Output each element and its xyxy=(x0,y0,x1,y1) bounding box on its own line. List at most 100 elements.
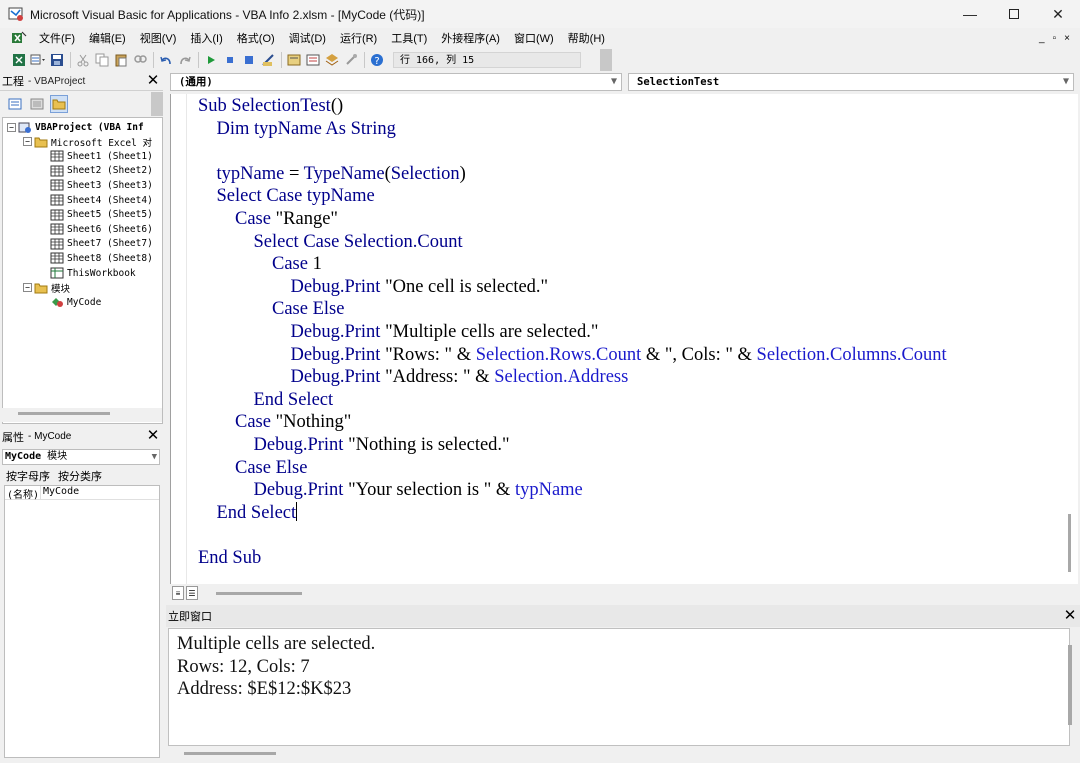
mdi-minimize-icon[interactable]: _ xyxy=(1039,33,1045,44)
tree-item[interactable]: Sheet6 (Sheet6) xyxy=(39,222,153,236)
code-line[interactable]: Case Else xyxy=(198,457,947,480)
copy-icon[interactable] xyxy=(93,51,111,69)
menu-item-4[interactable]: 格式(O) xyxy=(230,30,282,46)
code-line[interactable]: Case 1 xyxy=(198,253,947,276)
code-line[interactable]: Case "Nothing" xyxy=(198,411,947,434)
redo-icon[interactable] xyxy=(176,51,194,69)
menu-item-3[interactable]: 插入(I) xyxy=(183,30,229,46)
code-line[interactable]: Select Case Selection.Count xyxy=(198,231,947,254)
properties-window-icon[interactable] xyxy=(304,51,322,69)
project-explorer-icon[interactable] xyxy=(285,51,303,69)
tree-item[interactable]: Sheet2 (Sheet2) xyxy=(39,164,153,178)
code-line[interactable]: typName = TypeName(Selection) xyxy=(198,163,947,186)
collapse-icon[interactable]: − xyxy=(7,122,16,132)
save-icon[interactable] xyxy=(48,51,66,69)
tree-item[interactable]: − VBAProject (VBA Inf xyxy=(7,120,144,134)
properties-object-select[interactable]: MyCode 模块 ▼ xyxy=(2,449,160,465)
tree-item[interactable]: Sheet1 (Sheet1) xyxy=(39,149,153,163)
find-icon[interactable] xyxy=(131,51,149,69)
code-line[interactable] xyxy=(198,140,947,163)
full-module-view-icon[interactable]: ☰ xyxy=(186,586,198,600)
design-mode-icon[interactable] xyxy=(259,51,277,69)
menu-item-6[interactable]: 运行(R) xyxy=(333,30,384,46)
tab-alphabetic[interactable]: 按字母序 xyxy=(6,468,50,484)
paste-icon[interactable] xyxy=(112,51,130,69)
tree-item[interactable]: Sheet4 (Sheet4) xyxy=(39,193,153,207)
close-icon[interactable]: ✕ xyxy=(1036,0,1080,28)
collapse-icon[interactable]: − xyxy=(23,137,32,147)
tree-item[interactable]: − Microsoft Excel 对 xyxy=(23,135,152,149)
code-line[interactable]: Debug.Print "Multiple cells are selected… xyxy=(198,321,947,344)
code-editor[interactable]: Sub SelectionTest() Dim typName As Strin… xyxy=(170,94,1062,584)
tree-item[interactable]: Sheet3 (Sheet3) xyxy=(39,178,153,192)
immediate-horizontal-scrollbar[interactable] xyxy=(168,746,1070,760)
view-code-icon[interactable] xyxy=(6,95,24,113)
tree-item[interactable]: Sheet7 (Sheet7) xyxy=(39,237,153,251)
tree-item[interactable]: ThisWorkbook xyxy=(39,266,136,280)
toolbox-icon[interactable] xyxy=(342,51,360,69)
view-excel-icon[interactable] xyxy=(10,51,28,69)
collapse-icon[interactable]: − xyxy=(23,283,32,293)
undo-icon[interactable] xyxy=(157,51,175,69)
immediate-window[interactable]: Multiple cells are selected. Rows: 12, Co… xyxy=(168,628,1070,746)
mdi-restore-icon[interactable]: ▫ xyxy=(1053,33,1057,44)
tree-item[interactable]: MyCode xyxy=(39,295,101,309)
tree-item[interactable]: − 模块 xyxy=(23,281,70,295)
insert-module-icon[interactable] xyxy=(29,51,47,69)
code-vertical-scrollbar[interactable] xyxy=(1062,94,1078,584)
code-line[interactable]: Debug.Print "Rows: " & Selection.Rows.Co… xyxy=(198,344,947,367)
code-line[interactable]: Case Else xyxy=(198,298,947,321)
project-tree-scrollbar[interactable] xyxy=(2,408,162,422)
procedure-view-icon[interactable]: ≡ xyxy=(172,586,184,600)
code-line[interactable]: Debug.Print "Address: " & Selection.Addr… xyxy=(198,366,947,389)
project-close-icon[interactable]: ✕ xyxy=(145,73,161,89)
menu-item-8[interactable]: 外接程序(A) xyxy=(434,30,507,46)
object-dropdown[interactable]: (通用) ▼ xyxy=(170,73,622,91)
tree-item[interactable]: Sheet5 (Sheet5) xyxy=(39,208,153,222)
code-margin[interactable] xyxy=(171,94,187,584)
code-line[interactable]: Sub SelectionTest() xyxy=(198,95,947,118)
excel-view-icon[interactable] xyxy=(10,29,28,47)
code-line[interactable]: Select Case typName xyxy=(198,185,947,208)
properties-close-icon[interactable]: ✕ xyxy=(145,428,161,444)
code-line[interactable]: Debug.Print "Nothing is selected." xyxy=(198,434,947,457)
code-lines[interactable]: Sub SelectionTest() Dim typName As Strin… xyxy=(198,95,947,569)
menu-item-1[interactable]: 编辑(E) xyxy=(82,30,133,46)
code-line[interactable]: Debug.Print "Your selection is " & typNa… xyxy=(198,479,947,502)
menu-item-5[interactable]: 调试(D) xyxy=(282,30,333,46)
code-line[interactable]: Case "Range" xyxy=(198,208,947,231)
mdi-close-icon[interactable]: × xyxy=(1064,33,1070,44)
view-object-icon[interactable] xyxy=(28,95,46,113)
tab-categorized[interactable]: 按分类序 xyxy=(58,468,102,484)
toggle-folders-icon[interactable] xyxy=(50,95,68,113)
cut-icon[interactable] xyxy=(74,51,92,69)
toolbar-grip[interactable] xyxy=(600,49,612,71)
minimize-icon[interactable]: — xyxy=(948,0,992,28)
code-line[interactable]: Dim typName As String xyxy=(198,118,947,141)
code-line[interactable]: End Select xyxy=(198,389,947,412)
break-icon[interactable] xyxy=(221,51,239,69)
menu-item-9[interactable]: 窗口(W) xyxy=(507,30,561,46)
code-line[interactable]: End Sub xyxy=(198,547,947,570)
reset-icon[interactable] xyxy=(240,51,258,69)
menu-item-10[interactable]: 帮助(H) xyxy=(561,30,612,46)
code-horizontal-scrollbar[interactable] xyxy=(216,592,302,595)
run-icon[interactable] xyxy=(202,51,220,69)
code-line[interactable]: Debug.Print "One cell is selected." xyxy=(198,276,947,299)
project-explorer-title: 工程 xyxy=(2,76,24,88)
property-row[interactable]: (名称) MyCode xyxy=(5,486,159,501)
property-value[interactable]: MyCode xyxy=(41,486,79,499)
object-browser-icon[interactable] xyxy=(323,51,341,69)
menu-item-2[interactable]: 视图(V) xyxy=(133,30,184,46)
tree-item[interactable]: Sheet8 (Sheet8) xyxy=(39,251,153,265)
maximize-icon[interactable] xyxy=(992,0,1036,28)
menu-item-0[interactable]: 文件(F) xyxy=(32,30,82,46)
help-icon[interactable]: ? xyxy=(368,51,386,69)
code-line[interactable]: End Select xyxy=(198,501,947,525)
menu-item-7[interactable]: 工具(T) xyxy=(384,30,434,46)
immediate-close-icon[interactable]: ✕ xyxy=(1062,608,1078,624)
code-line[interactable] xyxy=(198,524,947,547)
procedure-dropdown[interactable]: SelectionTest ▼ xyxy=(628,73,1074,91)
immediate-vertical-scrollbar[interactable] xyxy=(1068,645,1072,725)
project-toolbar-grip[interactable] xyxy=(151,92,163,116)
